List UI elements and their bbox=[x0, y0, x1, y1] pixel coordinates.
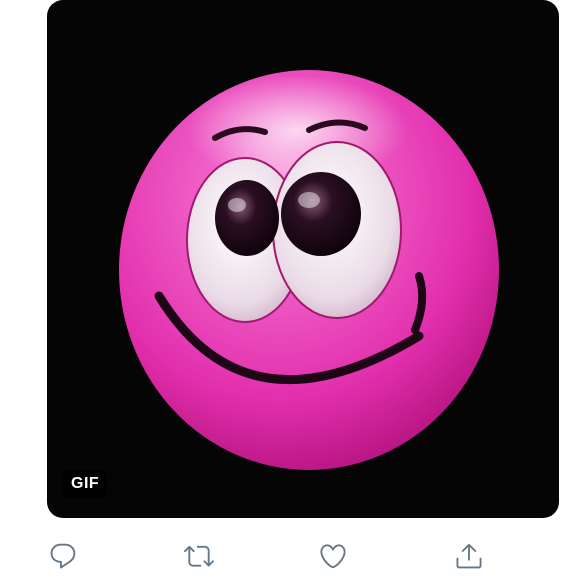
share-button[interactable] bbox=[447, 534, 491, 578]
retweet-button[interactable] bbox=[177, 534, 221, 578]
left-pupil bbox=[215, 180, 279, 256]
gif-media[interactable]: GIF bbox=[47, 0, 559, 518]
share-icon bbox=[456, 543, 482, 569]
reply-icon bbox=[50, 543, 76, 569]
pink-smiley-emoji bbox=[119, 70, 499, 470]
right-pupil bbox=[281, 172, 361, 256]
like-icon bbox=[320, 544, 346, 569]
gif-badge: GIF bbox=[63, 470, 108, 498]
tweet-action-bar bbox=[0, 534, 580, 578]
reply-button[interactable] bbox=[41, 534, 85, 578]
retweet-icon bbox=[184, 545, 214, 567]
like-button[interactable] bbox=[311, 534, 355, 578]
